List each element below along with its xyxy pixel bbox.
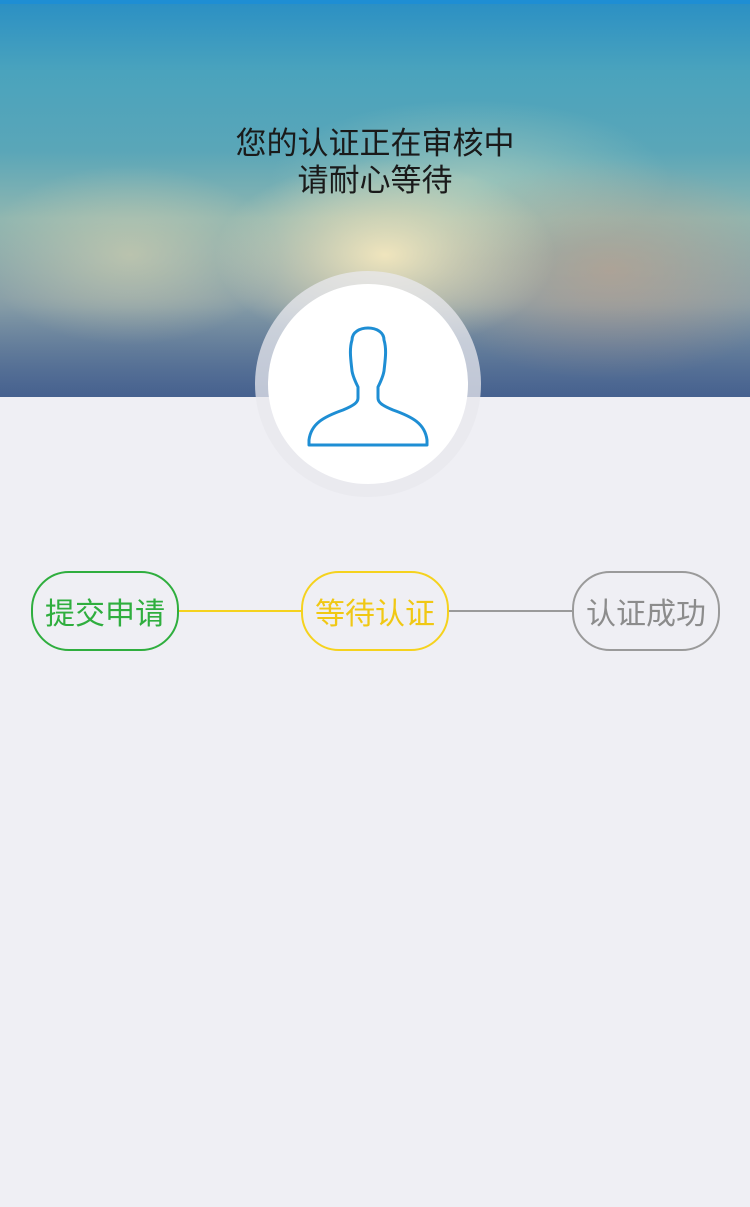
- avatar: [268, 284, 468, 484]
- step-connector-1: [178, 610, 301, 612]
- step-awaiting-verification: 等待认证: [301, 571, 449, 651]
- status-line-2: 请耐心等待: [297, 163, 453, 199]
- step-connector-2: [448, 610, 572, 612]
- status-line-1: 您的认证正在审核中: [235, 126, 515, 162]
- progress-steps: 提交申请 等待认证 认证成功: [0, 571, 750, 651]
- user-silhouette-icon: [307, 326, 429, 447]
- status-message: 您的认证正在审核中 请耐心等待: [0, 126, 750, 200]
- verification-status-page: 您的认证正在审核中 请耐心等待 提交申请 等待认证 认证成功: [0, 0, 750, 1207]
- step-submit-application: 提交申请: [31, 571, 179, 651]
- step-verification-success: 认证成功: [572, 571, 720, 651]
